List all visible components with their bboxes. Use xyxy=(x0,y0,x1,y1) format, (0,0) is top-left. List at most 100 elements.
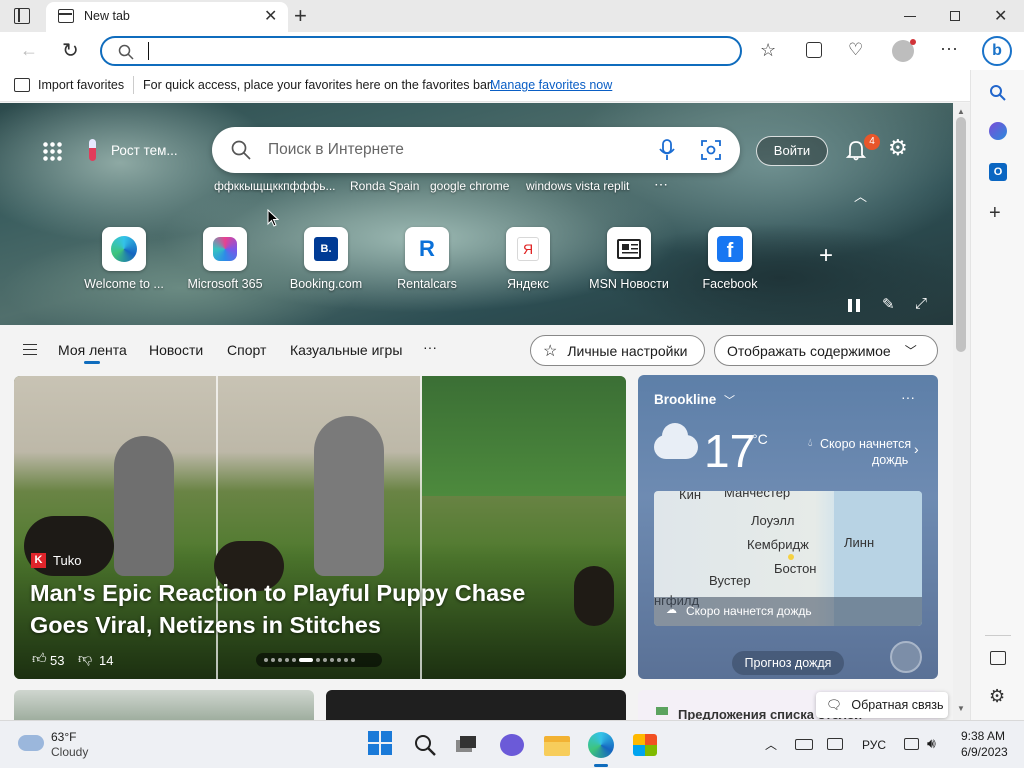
scroll-up-arrow[interactable]: ▲ xyxy=(957,107,965,116)
more-suggestions-button[interactable]: ⋯ xyxy=(654,176,668,193)
sidebar-add-icon[interactable]: + xyxy=(989,202,1001,225)
expand-background-icon[interactable]: ⤢ xyxy=(915,295,927,312)
story-title[interactable]: Man's Epic Reaction to Playful Puppy Cha… xyxy=(30,577,590,641)
task-view-icon[interactable] xyxy=(456,736,476,752)
refresh-button[interactable]: ↻ xyxy=(62,38,79,63)
scroll-down-arrow[interactable]: ▼ xyxy=(957,704,965,713)
map-thumbnail-button[interactable] xyxy=(890,641,922,673)
feed-menu-icon[interactable] xyxy=(23,344,37,355)
tab-close-icon[interactable]: ✕ xyxy=(264,6,277,26)
carousel-dot[interactable] xyxy=(271,658,275,662)
tab-my-feed[interactable]: Моя лента xyxy=(58,342,127,358)
sidebar-settings-icon[interactable]: ⚙ xyxy=(989,686,1005,707)
manage-favorites-link[interactable]: Manage favorites now xyxy=(490,78,612,92)
start-button-icon[interactable] xyxy=(368,731,394,757)
store-icon[interactable] xyxy=(633,734,657,756)
weather-more-button[interactable]: ··· xyxy=(901,389,915,405)
favorites-star-icon[interactable]: ☆ xyxy=(760,40,776,61)
back-button[interactable]: ← xyxy=(20,40,38,61)
web-search-box[interactable]: Поиск в Интернете xyxy=(212,127,740,173)
carousel-dot[interactable] xyxy=(292,658,296,662)
rain-forecast-button[interactable]: Прогноз дождя xyxy=(732,651,844,675)
sign-in-button[interactable]: Войти xyxy=(756,136,828,166)
network-icon[interactable] xyxy=(904,738,919,750)
carousel-dot[interactable] xyxy=(323,658,327,662)
chevron-down-icon[interactable]: ﹀ xyxy=(724,392,735,408)
tray-chevron-up-icon[interactable]: ︿ xyxy=(765,736,777,753)
weather-card[interactable]: Brookline ﹀ ··· 17 °C 💧︎ Скоро начнется … xyxy=(638,375,938,679)
taskbar-search-icon[interactable] xyxy=(413,733,437,757)
search-suggestion[interactable]: google chrome xyxy=(430,179,509,193)
taskbar-weather-icon[interactable] xyxy=(18,735,44,751)
add-quick-link-button[interactable]: + xyxy=(819,244,833,268)
sidebar-outlook-icon[interactable]: O xyxy=(989,163,1007,181)
restore-button[interactable] xyxy=(950,11,960,21)
import-favorites-button[interactable]: Import favorites xyxy=(38,78,124,92)
page-scrollbar[interactable]: ▲ ▼ xyxy=(953,103,970,720)
quick-link-tile[interactable]: Я xyxy=(506,227,550,271)
teams-chat-icon[interactable] xyxy=(500,734,524,756)
tab-news[interactable]: Новости xyxy=(149,342,203,358)
quick-link-tile[interactable]: B. xyxy=(304,227,348,271)
carousel-dot[interactable] xyxy=(344,658,348,662)
new-tab-button[interactable]: + xyxy=(294,3,307,29)
address-input[interactable] xyxy=(148,42,150,60)
chevron-right-icon[interactable]: › xyxy=(914,441,919,457)
settings-more-icon[interactable]: ··· xyxy=(940,38,958,59)
sidebar-search-icon[interactable] xyxy=(989,84,1007,102)
browser-essentials-icon[interactable]: ♡ xyxy=(848,40,863,60)
tab-actions-icon[interactable] xyxy=(14,8,30,24)
scrollbar-thumb[interactable] xyxy=(956,117,966,352)
tab-casual-games[interactable]: Казуальные игры xyxy=(290,342,402,358)
collapse-chevron-icon[interactable]: ︿ xyxy=(854,186,867,205)
visual-search-icon[interactable] xyxy=(701,140,721,160)
volume-icon[interactable]: 🔊︎ xyxy=(927,735,936,752)
keyboard-icon[interactable] xyxy=(795,739,813,750)
minimize-button[interactable] xyxy=(904,16,916,17)
language-indicator[interactable]: РУС xyxy=(862,738,886,752)
sidebar-split-icon[interactable] xyxy=(990,651,1006,665)
address-bar[interactable] xyxy=(100,36,742,66)
feedback-button[interactable]: 🗨︎ Обратная связь xyxy=(816,692,948,718)
quick-link-tile[interactable] xyxy=(102,227,146,271)
microphone-icon[interactable] xyxy=(659,139,675,161)
edit-background-icon[interactable]: ✎ xyxy=(882,295,895,313)
story-card[interactable] xyxy=(14,690,314,720)
carousel-dot[interactable] xyxy=(351,658,355,662)
carousel-dot[interactable] xyxy=(285,658,289,662)
display-icon[interactable] xyxy=(827,738,843,750)
search-input[interactable]: Поиск в Интернете xyxy=(268,141,404,159)
bing-chat-icon[interactable]: b xyxy=(982,36,1012,66)
tab-new-tab[interactable]: New tab ✕ xyxy=(46,2,288,32)
carousel-dot[interactable] xyxy=(316,658,320,662)
carousel-dot-active[interactable] xyxy=(299,658,313,662)
personalize-button[interactable]: ☆ Личные настройки xyxy=(530,335,705,366)
clock-date[interactable]: 6/9/2023 xyxy=(961,745,1008,759)
display-content-dropdown[interactable]: Отображать содержимое ﹀ xyxy=(714,335,938,366)
weather-chip[interactable]: Рост тем... xyxy=(111,143,178,158)
edge-taskbar-icon[interactable] xyxy=(588,732,614,758)
search-suggestion[interactable]: Ronda Spain xyxy=(350,179,419,193)
like-icon[interactable]: 👍︎ xyxy=(32,650,47,667)
quick-link-tile[interactable]: f xyxy=(708,227,752,271)
story-card[interactable] xyxy=(326,690,626,720)
carousel-dot[interactable] xyxy=(330,658,334,662)
dislike-icon[interactable]: 👎︎ xyxy=(78,650,92,667)
more-tabs-button[interactable]: ··· xyxy=(423,339,437,355)
quick-link-tile[interactable] xyxy=(203,227,247,271)
quick-link-tile[interactable] xyxy=(607,227,651,271)
weather-location[interactable]: Brookline xyxy=(654,392,716,407)
collections-icon[interactable] xyxy=(806,42,822,58)
carousel-dot[interactable] xyxy=(278,658,282,662)
apps-launcher-icon[interactable] xyxy=(42,141,62,161)
weather-map[interactable]: Кин Манчестер Лоуэлл Кембридж Линн Босто… xyxy=(654,491,922,626)
quick-link-tile[interactable]: R xyxy=(405,227,449,271)
tab-sports[interactable]: Спорт xyxy=(227,342,266,358)
carousel-dots[interactable] xyxy=(256,653,382,667)
carousel-dot[interactable] xyxy=(264,658,268,662)
search-suggestion[interactable]: windows vista replit xyxy=(526,179,629,193)
carousel-dot[interactable] xyxy=(337,658,341,662)
pause-background-icon[interactable] xyxy=(848,299,860,312)
file-explorer-icon[interactable] xyxy=(544,736,570,756)
taskbar-weather-desc[interactable]: Cloudy xyxy=(51,745,88,759)
